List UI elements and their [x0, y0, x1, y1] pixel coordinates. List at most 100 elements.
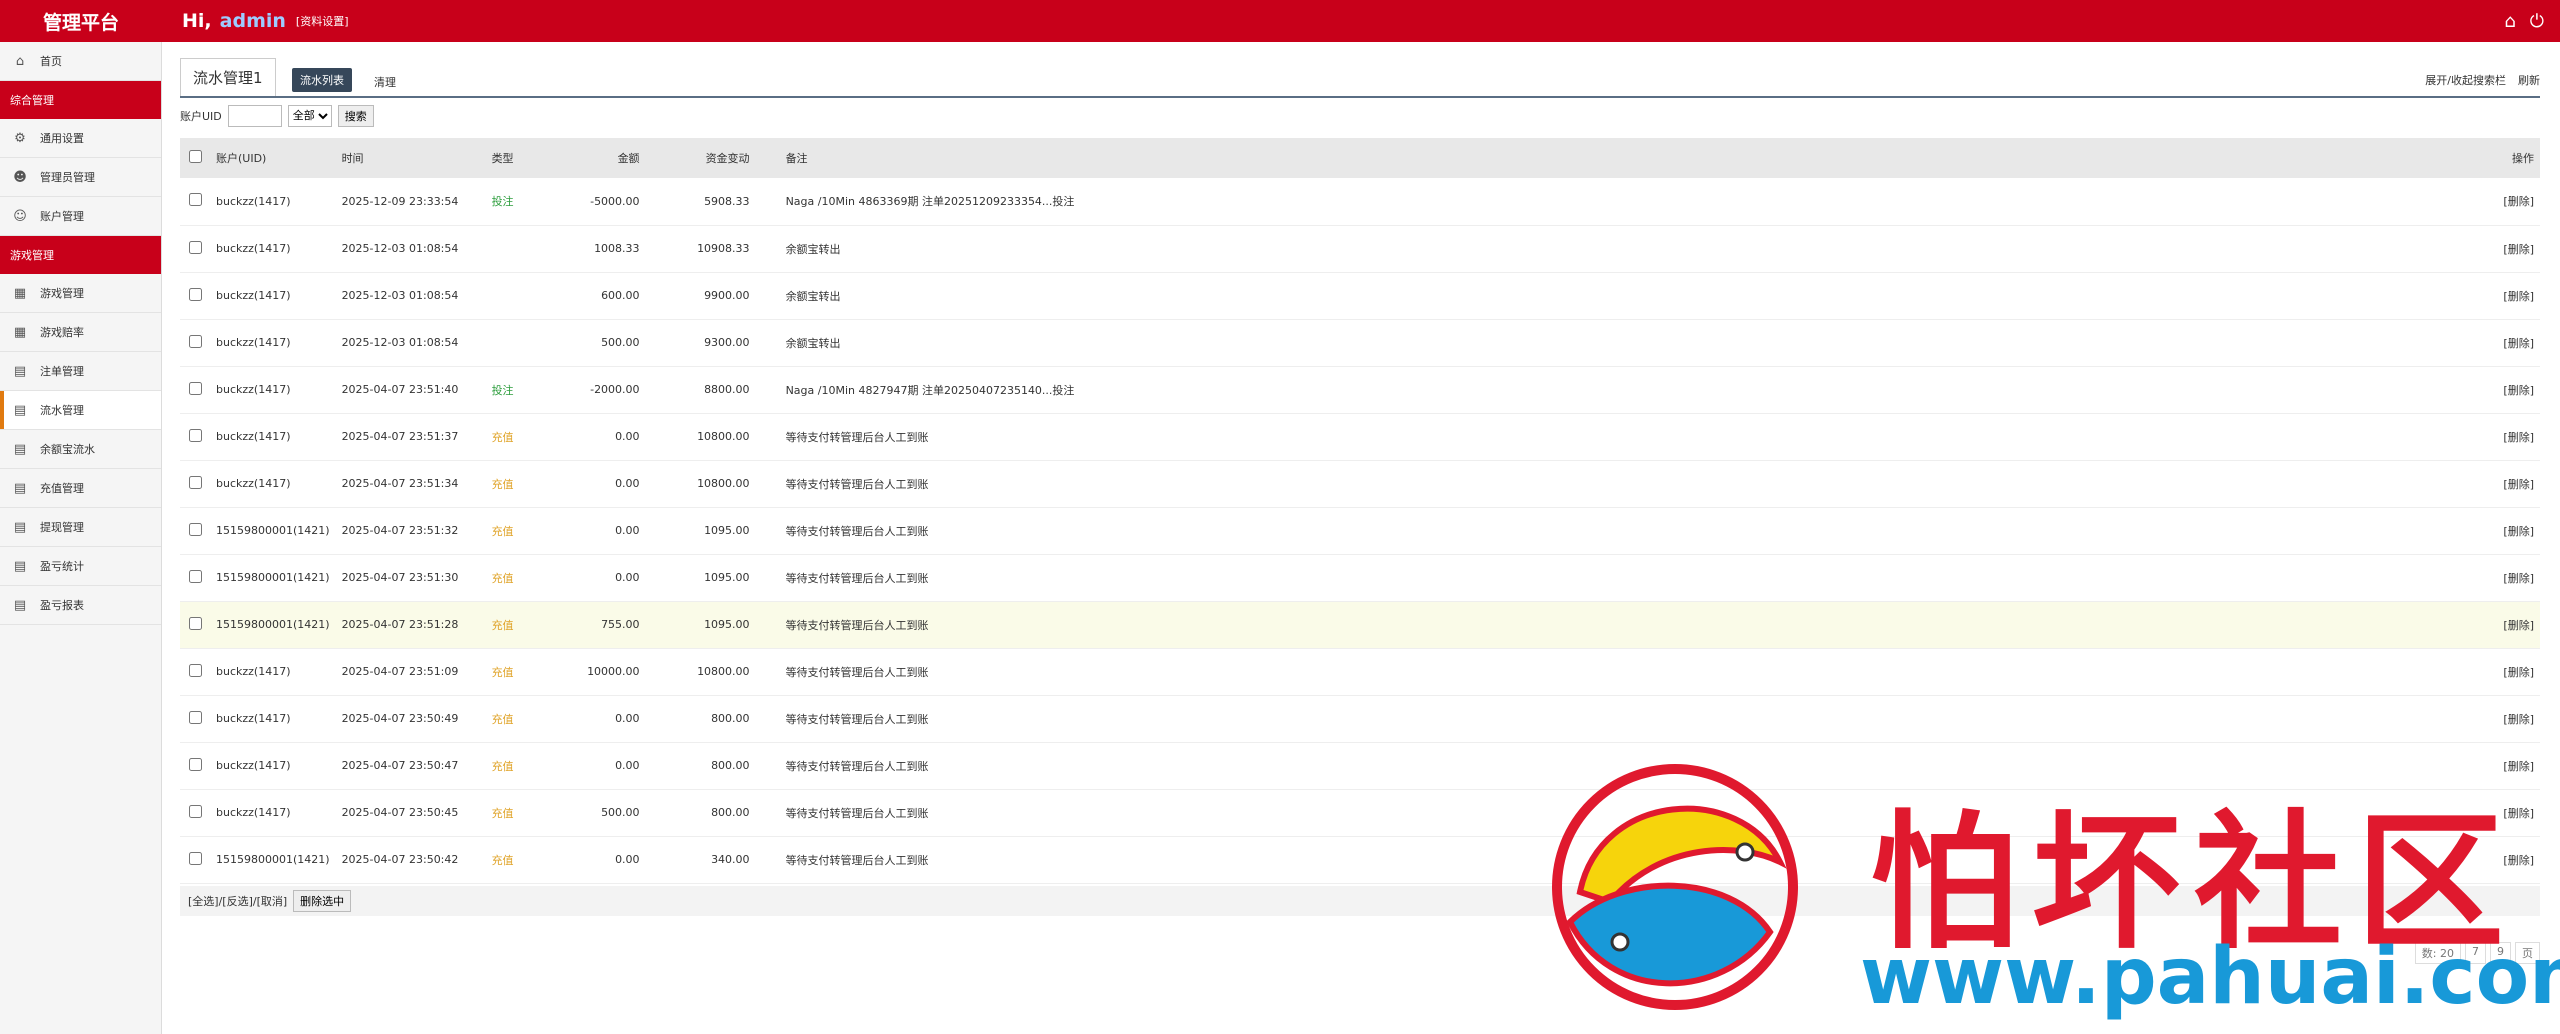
cell-type: 投注	[491, 383, 514, 397]
row-checkbox-cell[interactable]	[180, 178, 210, 225]
row-checkbox-cell[interactable]	[180, 601, 210, 648]
delete-link[interactable]: [删除]	[2490, 648, 2540, 695]
user-icon: ☺	[13, 208, 27, 224]
profile-settings-link[interactable]: [资料设置]	[296, 13, 349, 29]
row-checkbox-cell[interactable]	[180, 507, 210, 554]
home-icon[interactable]: ⌂	[2504, 11, 2515, 32]
sidebar-item[interactable]: ▦ 游戏赔率	[0, 313, 161, 352]
select-all-checkbox-cell[interactable]	[180, 138, 210, 178]
delete-link[interactable]: [删除]	[2490, 601, 2540, 648]
sidebar-item[interactable]: ▤ 流水管理	[0, 391, 161, 430]
cell-type: 充值	[491, 571, 514, 585]
tab-flow-management[interactable]: 流水管理1	[180, 58, 276, 96]
delete-link[interactable]: [删除]	[2490, 319, 2540, 366]
sidebar-item[interactable]: ▤ 盈亏报表	[0, 586, 161, 625]
row-checkbox-cell[interactable]	[180, 272, 210, 319]
row-checkbox-cell[interactable]	[180, 225, 210, 272]
sidebar-section: 游戏管理	[0, 236, 161, 274]
top-icons: ⌂ ⏻	[2504, 0, 2544, 42]
cell-note: Naga /10Min 4863369期 注单20251209233354...…	[785, 195, 1075, 209]
row-checkbox[interactable]	[188, 475, 202, 489]
delete-link[interactable]: [删除]	[2490, 460, 2540, 507]
cell-amount: -5000.00	[590, 194, 640, 208]
row-checkbox[interactable]	[188, 240, 202, 254]
sidebar-item[interactable]: ▤ 盈亏统计	[0, 547, 161, 586]
sidebar-item[interactable]: ▤ 提现管理	[0, 508, 161, 547]
username-link[interactable]: admin	[220, 10, 286, 32]
sidebar-item[interactable]: ☺ 账户管理	[0, 197, 161, 236]
sidebar-item[interactable]: ▤ 充值管理	[0, 469, 161, 508]
delete-link[interactable]: [删除]	[2490, 366, 2540, 413]
select-links[interactable]: [全选]/[反选]/[取消]	[188, 893, 287, 909]
uid-input[interactable]	[227, 105, 282, 127]
table-row: buckzz(1417) 2025-04-07 23:51:40 投注 -2000.0…	[180, 366, 2540, 413]
row-checkbox[interactable]	[188, 381, 202, 395]
row-checkbox[interactable]	[188, 428, 202, 442]
row-checkbox-cell[interactable]	[180, 319, 210, 366]
row-checkbox[interactable]	[188, 710, 202, 724]
row-checkbox[interactable]	[188, 663, 202, 677]
delete-link[interactable]: [删除]	[2490, 413, 2540, 460]
cell-type: 充值	[491, 665, 514, 679]
refresh-link[interactable]: 刷新	[2518, 72, 2540, 88]
sidebar-item[interactable]: ⚙ 通用设置	[0, 119, 161, 158]
sidebar-item[interactable]: ▤ 余额宝流水	[0, 430, 161, 469]
cell-type: 充值	[491, 806, 514, 820]
delete-link[interactable]: [删除]	[2490, 554, 2540, 601]
sidebar-item-label: 游戏管理	[40, 287, 84, 300]
cell-balance: 800.00	[711, 806, 750, 819]
delete-selected-button[interactable]: 删除选中	[293, 889, 352, 912]
delete-link[interactable]: [删除]	[2490, 272, 2540, 319]
header-uid: 账户(UID)	[216, 152, 267, 165]
row-checkbox[interactable]	[188, 522, 202, 536]
select-all-checkbox[interactable]	[188, 150, 202, 163]
sidebar-item-label: 盈亏统计	[40, 560, 84, 573]
delete-link[interactable]: [删除]	[2490, 695, 2540, 742]
delete-link[interactable]: [删除]	[2490, 178, 2540, 225]
row-checkbox-cell[interactable]	[180, 460, 210, 507]
cell-balance: 1095.00	[704, 571, 750, 584]
cell-balance: 1095.00	[704, 524, 750, 537]
row-checkbox-cell[interactable]	[180, 413, 210, 460]
row-checkbox-cell[interactable]	[180, 554, 210, 601]
power-icon[interactable]: ⏻	[2530, 11, 2544, 32]
cell-balance: 9900.00	[704, 289, 750, 302]
tab-bar: 流水管理1 流水列表 清理 展开/收起搜索栏 刷新	[180, 56, 2540, 98]
flow-list-button[interactable]: 流水列表	[292, 68, 352, 92]
cell-note: Naga /10Min 4827947期 注单20250407235140...…	[785, 383, 1075, 397]
table-row: buckzz(1417) 2025-12-03 01:08:54 1008.33 10…	[180, 225, 2540, 272]
header-note: 备注	[785, 152, 808, 165]
row-checkbox-cell[interactable]	[180, 789, 210, 836]
sidebar-item[interactable]: ⌂ 首页	[0, 42, 161, 81]
sidebar-item[interactable]: ☻ 管理员管理	[0, 158, 161, 197]
row-checkbox-cell[interactable]	[180, 648, 210, 695]
row-checkbox-cell[interactable]	[180, 836, 210, 883]
row-checkbox-cell[interactable]	[180, 695, 210, 742]
table-row: buckzz(1417) 2025-12-03 01:08:54 600.00 990…	[180, 272, 2540, 319]
row-checkbox[interactable]	[188, 287, 202, 301]
cell-balance: 9300.00	[704, 336, 750, 349]
row-checkbox[interactable]	[188, 193, 202, 207]
row-checkbox[interactable]	[188, 616, 202, 630]
row-checkbox[interactable]	[188, 334, 202, 348]
row-checkbox-cell[interactable]	[180, 366, 210, 413]
list-icon: ▤	[13, 402, 27, 418]
delete-link[interactable]: [删除]	[2490, 225, 2540, 272]
sidebar-item[interactable]: ▤ 注单管理	[0, 352, 161, 391]
row-checkbox[interactable]	[188, 569, 202, 583]
sidebar-item[interactable]: ▦ 游戏管理	[0, 274, 161, 313]
fish-logo-icon	[1552, 764, 1798, 1010]
cell-time: 2025-04-07 23:50:49	[341, 712, 459, 725]
row-checkbox[interactable]	[188, 757, 202, 771]
search-button[interactable]: 搜索	[337, 105, 374, 127]
row-checkbox-cell[interactable]	[180, 742, 210, 789]
cell-time: 2025-12-09 23:33:54	[341, 194, 459, 208]
header-amount: 金额	[617, 152, 640, 165]
toggle-search-link[interactable]: 展开/收起搜索栏	[2425, 72, 2506, 88]
row-checkbox[interactable]	[188, 851, 202, 865]
clear-link[interactable]: 清理	[374, 74, 396, 90]
delete-link[interactable]: [删除]	[2490, 507, 2540, 554]
type-select[interactable]: 全部	[287, 105, 332, 127]
cell-type	[486, 319, 556, 366]
row-checkbox[interactable]	[188, 804, 202, 818]
